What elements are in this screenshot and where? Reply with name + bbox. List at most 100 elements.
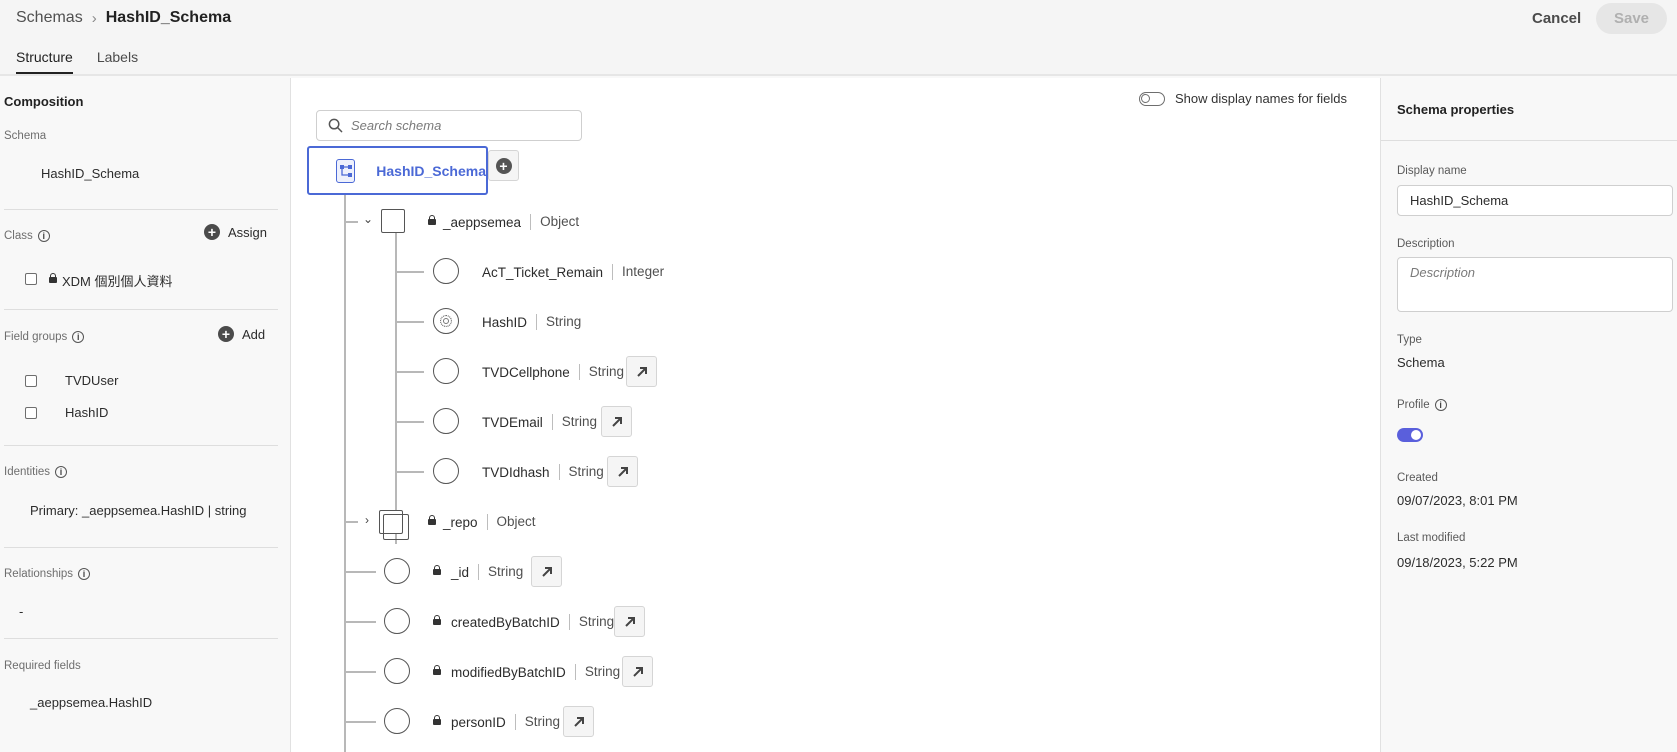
tab-structure[interactable]: Structure <box>16 49 73 74</box>
lock-icon <box>433 564 441 577</box>
relationship-arrow-button[interactable] <box>614 606 645 637</box>
profile-toggle[interactable] <box>1397 428 1423 442</box>
field-group-checkbox[interactable] <box>25 407 37 419</box>
lock-icon <box>433 714 441 727</box>
field-row[interactable]: TVDCellphone String <box>482 364 624 380</box>
relationship-arrow-button[interactable] <box>563 706 594 737</box>
class-checkbox[interactable] <box>25 273 37 285</box>
field-node[interactable] <box>384 608 410 634</box>
info-icon[interactable]: i <box>55 466 68 478</box>
cancel-button[interactable]: Cancel <box>1526 8 1587 29</box>
composition-title: Composition <box>4 94 84 109</box>
divider <box>4 209 278 210</box>
schema-label: Schema <box>4 130 47 142</box>
class-label: Class i <box>4 230 50 242</box>
field-row[interactable]: AcT_Ticket_Remain Integer <box>482 264 664 280</box>
field-group-item[interactable]: TVDUser <box>65 373 118 388</box>
relationship-arrow-button[interactable] <box>601 406 632 437</box>
field-row[interactable]: createdByBatchID String <box>433 614 614 630</box>
search-input[interactable] <box>351 118 571 133</box>
properties-title: Schema properties <box>1397 102 1515 117</box>
info-icon[interactable]: i <box>1434 399 1447 411</box>
field-node[interactable] <box>384 558 410 584</box>
relationship-arrow-button[interactable] <box>622 656 653 687</box>
display-name-label: Display name <box>1397 165 1467 177</box>
assign-class-button[interactable]: + Assign <box>204 224 267 240</box>
display-names-toggle[interactable] <box>1139 91 1165 106</box>
arrow-up-right-icon <box>573 716 584 727</box>
tree-line <box>395 321 424 323</box>
type-label: Type <box>1397 334 1422 346</box>
tree-line <box>344 195 346 752</box>
relationship-arrow-button[interactable] <box>626 356 657 387</box>
breadcrumb-schemas-link[interactable]: Schemas <box>16 9 83 27</box>
field-row[interactable]: _repo Object <box>428 514 536 530</box>
relationship-arrow-button[interactable] <box>531 556 562 587</box>
field-row[interactable]: TVDEmail String <box>482 414 597 430</box>
class-item[interactable]: XDM 個別個人資料 <box>49 271 173 290</box>
tree-line <box>395 421 424 423</box>
arrow-up-right-icon <box>636 366 647 377</box>
field-group-item[interactable]: HashID <box>65 405 108 420</box>
add-circle-icon: + <box>204 224 220 240</box>
field-node[interactable] <box>433 408 459 434</box>
field-row[interactable]: TVDIdhash String <box>482 464 604 480</box>
required-field-value[interactable]: _aeppsemea.HashID <box>30 695 152 710</box>
tree-line <box>395 221 397 544</box>
schema-root-node[interactable]: HashID_Schema <box>307 146 488 195</box>
type-value: Schema <box>1397 355 1445 370</box>
field-node[interactable] <box>384 658 410 684</box>
display-name-field[interactable] <box>1397 185 1673 216</box>
add-circle-icon: + <box>495 157 512 174</box>
add-circle-icon: + <box>218 326 234 342</box>
tree-line <box>344 621 376 623</box>
field-row[interactable]: modifiedByBatchID String <box>433 664 620 680</box>
tab-labels[interactable]: Labels <box>97 49 138 73</box>
info-icon[interactable]: i <box>72 331 85 343</box>
field-node[interactable] <box>433 258 459 284</box>
collapse-chevron-icon[interactable]: ⌄ <box>363 212 373 226</box>
schema-properties-panel: Schema properties Display name Descripti… <box>1380 78 1677 752</box>
identity-value[interactable]: Primary: _aeppsemea.HashID | string <box>30 503 247 518</box>
info-icon[interactable]: i <box>78 568 91 580</box>
lock-icon <box>428 214 436 227</box>
root-label: HashID_Schema <box>376 162 486 179</box>
lock-icon <box>49 273 57 285</box>
tree-line <box>344 721 376 723</box>
object-node[interactable] <box>381 209 405 233</box>
add-field-group-button[interactable]: + Add <box>218 326 265 342</box>
save-button[interactable]: Save <box>1596 3 1667 34</box>
last-modified-label: Last modified <box>1397 532 1466 544</box>
field-node[interactable] <box>433 458 459 484</box>
toggle-label: Show display names for fields <box>1175 91 1347 106</box>
object-node[interactable] <box>379 510 409 540</box>
schema-icon <box>336 158 356 183</box>
profile-label: Profile i <box>1397 399 1447 411</box>
display-names-toggle-row[interactable]: Show display names for fields <box>1139 91 1347 106</box>
field-row[interactable]: _id String <box>433 564 523 580</box>
description-field[interactable] <box>1397 257 1673 312</box>
tree-line <box>395 271 424 273</box>
field-row[interactable]: personID String <box>433 714 560 730</box>
field-row[interactable]: HashID String <box>482 314 581 330</box>
field-group-checkbox[interactable] <box>25 375 37 387</box>
lock-icon <box>433 614 441 627</box>
tree-line <box>344 671 376 673</box>
info-icon[interactable]: i <box>37 230 50 242</box>
fingerprint-icon[interactable] <box>433 308 459 334</box>
add-field-button[interactable]: + <box>488 150 519 181</box>
tree-line <box>395 371 424 373</box>
required-fields-label: Required fields <box>4 660 81 672</box>
field-row[interactable]: _aeppsemea Object <box>428 214 579 230</box>
top-bar: Schemas › HashID_Schema Cancel Save Stru… <box>0 0 1677 76</box>
tree-line <box>344 571 376 573</box>
composition-panel: Composition Schema HashID_Schema Class i… <box>0 78 291 752</box>
expand-chevron-icon[interactable]: › <box>365 513 369 527</box>
breadcrumb: Schemas › HashID_Schema <box>16 9 231 27</box>
relationship-arrow-button[interactable] <box>607 456 638 487</box>
search-box[interactable] <box>316 110 582 141</box>
field-node[interactable] <box>384 708 410 734</box>
identities-label: Identities i <box>4 466 68 478</box>
field-node[interactable] <box>433 358 459 384</box>
schema-name[interactable]: HashID_Schema <box>41 166 139 181</box>
